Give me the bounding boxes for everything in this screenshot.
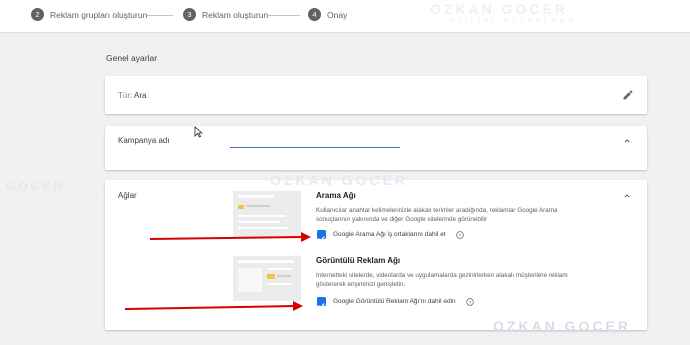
annotation-arrows: [124, 232, 311, 311]
red-arrow: [124, 301, 303, 311]
red-arrow: [149, 232, 311, 242]
